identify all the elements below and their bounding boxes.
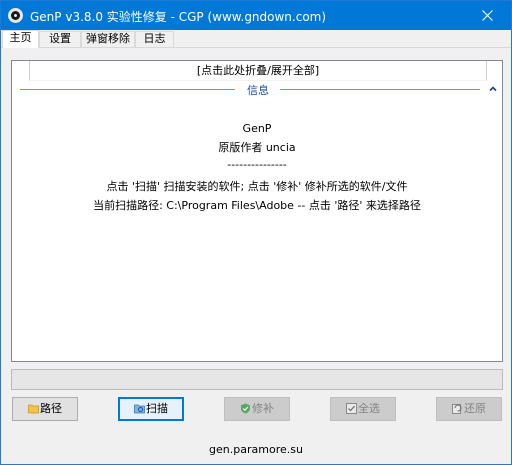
info-author: 原版作者 uncia [218, 141, 296, 154]
group-divider-right [280, 89, 480, 90]
select-all-button-label: 全选 [358, 402, 380, 415]
footer-link[interactable]: gen.paramore.su [1, 443, 511, 456]
group-divider-left [20, 89, 235, 90]
path-button[interactable]: 路径 [12, 397, 78, 421]
tab-popup-removal[interactable]: 弹窗移除 [81, 31, 135, 47]
log-panel[interactable]: [点击此处折叠/展开全部] 信息 GenP 原版作者 uncia -------… [11, 60, 503, 362]
patch-button-label: 修补 [252, 402, 274, 415]
title-bar[interactable]: GenP v3.8.0 实验性修复 - CGP (www.gndown.com) [1, 1, 511, 30]
main-window: GenP v3.8.0 实验性修复 - CGP (www.gndown.com)… [0, 0, 512, 465]
shield-check-icon [241, 403, 250, 414]
tab-divider [1, 47, 511, 48]
scan-button-label: 扫描 [146, 402, 168, 415]
path-button-label: 路径 [40, 402, 62, 415]
tab-settings[interactable]: 设置 [39, 31, 81, 47]
tab-log[interactable]: 日志 [135, 31, 174, 47]
window-title: GenP v3.8.0 实验性修复 - CGP (www.gndown.com) [30, 10, 327, 24]
chevron-up-icon[interactable] [487, 83, 499, 95]
scan-icon [134, 404, 145, 414]
restore-button[interactable]: 还原 [436, 397, 502, 421]
info-scan-path: 当前扫描路径: C:\Program Files\Adobe -- 点击 '路径… [93, 199, 421, 212]
group-title-info: 信息 [247, 84, 269, 97]
tab-home[interactable]: 主页 [2, 30, 39, 48]
tab-bar: 主页 设置 弹窗移除 日志 [1, 30, 511, 48]
restore-button-label: 还原 [464, 402, 486, 415]
info-instructions: 点击 '扫描' 扫描安装的软件; 点击 '修补' 修补所选的软件/文件 [106, 180, 408, 193]
info-separator: --------------- [227, 158, 287, 171]
collapse-all-toggle[interactable]: [点击此处折叠/展开全部] [29, 61, 487, 81]
checkbox-icon [346, 403, 357, 414]
scan-button[interactable]: 扫描 [118, 397, 184, 421]
progress-bar [11, 369, 503, 390]
folder-icon [28, 404, 39, 414]
patch-button[interactable]: 修补 [224, 397, 290, 421]
close-button[interactable] [465, 1, 511, 30]
info-app-name: GenP [242, 122, 272, 135]
app-logo-icon [8, 8, 23, 23]
close-icon [482, 10, 493, 21]
restore-icon [452, 404, 462, 414]
select-all-button[interactable]: 全选 [330, 397, 396, 421]
